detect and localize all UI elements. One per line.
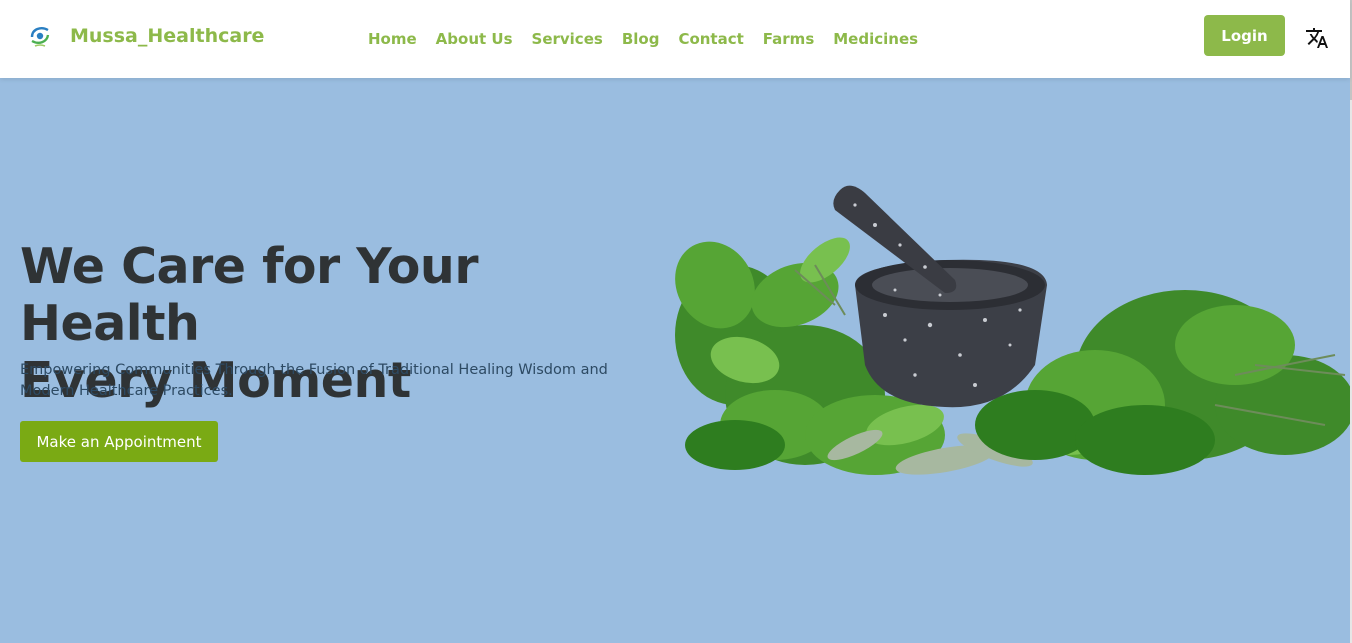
hero-title-line-1: We Care for Your Health (20, 238, 478, 352)
nav-link-about-us[interactable]: About Us (436, 30, 513, 48)
navbar: Mussa_Healthcare Home About Us Services … (0, 0, 1350, 78)
leaf-swirl-logo-icon (30, 27, 50, 47)
brand[interactable]: Mussa_Healthcare (26, 22, 264, 50)
mortar-and-pestle-herbs-image (675, 185, 1350, 475)
make-appointment-button[interactable]: Make an Appointment (20, 421, 218, 462)
login-button[interactable]: Login (1204, 15, 1285, 56)
nav-link-home[interactable]: Home (368, 30, 417, 48)
hero-subtitle: Empowering Communities Through the Fusio… (20, 360, 620, 402)
nav-link-medicines[interactable]: Medicines (833, 30, 918, 48)
nav-link-contact[interactable]: Contact (678, 30, 743, 48)
hero-subtitle-line-2: Modern Healthcare Practices. (20, 383, 233, 399)
nav-link-services[interactable]: Services (532, 30, 603, 48)
brand-name: Mussa_Healthcare (70, 25, 265, 47)
translate-icon[interactable] (1305, 26, 1329, 50)
nav-links: Home About Us Services Blog Contact Farm… (368, 30, 937, 48)
nav-link-farms[interactable]: Farms (763, 30, 814, 48)
nav-link-blog[interactable]: Blog (622, 30, 660, 48)
hero-subtitle-line-1: Empowering Communities Through the Fusio… (20, 362, 608, 378)
